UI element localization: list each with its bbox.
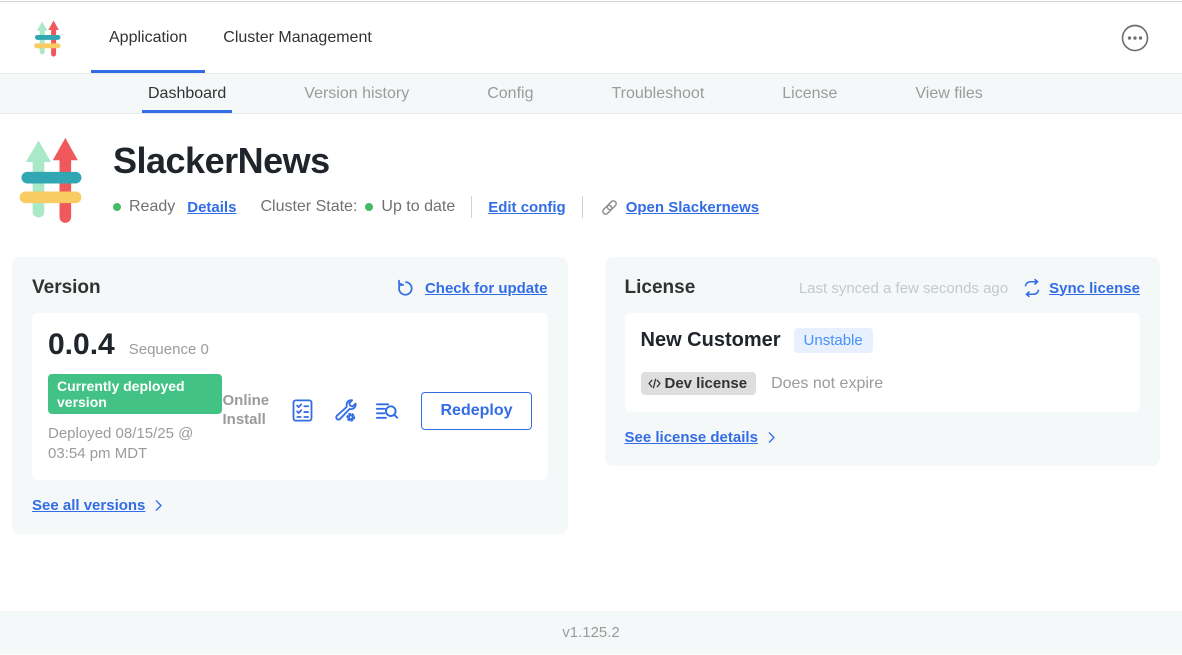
top-navigation: Application Cluster Management [0,2,1182,74]
app-sub-navigation: Dashboard Version history Config Trouble… [0,74,1182,114]
subtab-view-files[interactable]: View files [913,74,984,113]
sync-license[interactable]: Sync license [1022,278,1140,298]
subtab-dashboard-label: Dashboard [148,85,226,103]
preflight-checklist-icon[interactable] [289,397,316,424]
chevron-right-icon [151,498,166,513]
tab-application[interactable]: Application [91,2,205,73]
version-actions: Online Install [222,328,531,463]
subtab-license[interactable]: License [780,74,839,113]
sequence-label: Sequence 0 [129,341,209,358]
current-version-panel: 0.0.4 Sequence 0 Currently deployed vers… [32,313,548,480]
open-app-link-label: Open Slackernews [626,199,759,216]
app-header: SlackerNews Ready Details Cluster State:… [0,134,1182,224]
app-status-dot-icon [113,203,121,211]
sync-license-link: Sync license [1049,280,1140,297]
license-type-badge-label: Dev license [665,375,748,392]
subtab-license-label: License [782,85,837,103]
subtab-version-history[interactable]: Version history [302,74,411,113]
license-detail-panel: New Customer Unstable Dev license Does n… [625,313,1141,412]
console-footer: v1.125.2 [0,611,1182,654]
dashboard-cards: Version Check for update 0.0.4 Sequence … [0,224,1182,534]
version-number: 0.0.4 [48,328,115,362]
divider [471,196,472,218]
code-icon [646,375,663,392]
sync-arrows-icon [1022,278,1042,298]
open-app-link[interactable]: Open Slackernews [599,197,759,218]
channel-badge: Unstable [794,328,873,353]
check-for-update-link: Check for update [425,280,548,297]
deploy-logs-icon[interactable] [373,397,400,424]
subtab-version-history-label: Version history [304,85,409,103]
refresh-icon [395,277,417,299]
check-for-update[interactable]: Check for update [395,277,548,299]
last-synced-label: Last synced a few seconds ago [799,280,1008,297]
deployed-timestamp: Deployed 08/15/25 @ 03:54 pm MDT [48,424,222,463]
license-card: License Last synced a few seconds ago Sy… [605,257,1161,466]
tab-cluster-management-label: Cluster Management [223,29,372,47]
tab-application-label: Application [109,29,187,47]
subtab-troubleshoot[interactable]: Troubleshoot [609,74,706,113]
version-info: 0.0.4 Sequence 0 Currently deployed vers… [48,328,222,463]
see-license-details-link: See license details [625,429,758,446]
customer-name: New Customer [641,329,781,352]
see-all-versions-link: See all versions [32,497,145,514]
subtab-troubleshoot-label: Troubleshoot [611,85,704,103]
divider [582,196,583,218]
chevron-right-icon [764,430,779,445]
app-status-label: Ready [129,198,175,216]
top-nav-actions [1120,2,1182,73]
subtab-config-label: Config [487,85,533,103]
version-card-title: Version [32,277,101,299]
status-details-link[interactable]: Details [187,199,236,216]
chain-link-icon [599,197,620,218]
cluster-state-value: Up to date [381,198,455,216]
license-expiry: Does not expire [771,375,883,393]
install-type-label: Online Install [222,392,274,430]
config-wrench-icon[interactable] [331,397,358,424]
subtab-config[interactable]: Config [485,74,535,113]
redeploy-button[interactable]: Redeploy [421,392,531,430]
deployed-status-badge: Currently deployed version [48,374,222,414]
cluster-state-dot-icon [365,203,373,211]
ellipsis-menu-icon[interactable] [1120,23,1150,53]
console-version-label: v1.125.2 [562,624,620,641]
subtab-view-files-label: View files [915,85,982,103]
see-license-details[interactable]: See license details [625,429,1141,446]
edit-config-link[interactable]: Edit config [488,199,566,216]
brand-logo-icon[interactable] [33,19,62,57]
app-logo-icon [17,134,85,224]
app-status-row: Ready Details Cluster State: Up to date … [113,196,759,218]
cluster-state-label: Cluster State: [260,198,357,216]
subtab-dashboard[interactable]: Dashboard [146,74,228,113]
license-card-title: License [625,277,696,299]
main-content: SlackerNews Ready Details Cluster State:… [0,114,1182,611]
version-card: Version Check for update 0.0.4 Sequence … [12,257,568,534]
see-all-versions[interactable]: See all versions [32,497,548,514]
tab-cluster-management[interactable]: Cluster Management [205,2,390,73]
license-type-badge: Dev license [641,372,757,395]
page-title: SlackerNews [113,140,759,182]
